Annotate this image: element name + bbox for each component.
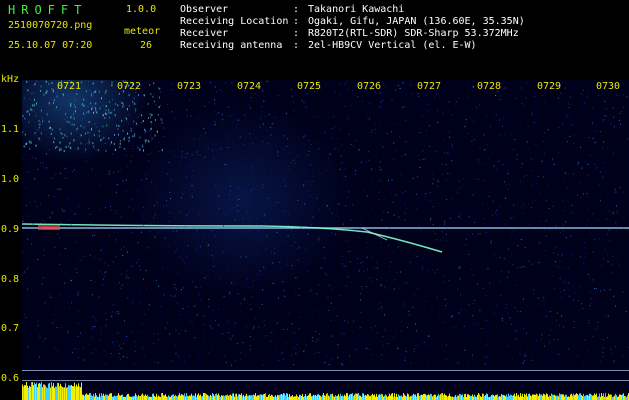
noise-speckle: [22, 80, 629, 366]
meteor-echo-trace: [361, 227, 388, 241]
x-tick-label: 0725: [297, 81, 322, 92]
meteor-head-echo: [38, 225, 60, 230]
x-tick-label: 0728: [477, 81, 502, 92]
x-tick-label: 0729: [537, 81, 562, 92]
frequency-unit-label: kHz: [1, 74, 20, 85]
x-tick-label: 0730: [596, 81, 621, 92]
x-tick-label: 0721: [57, 81, 82, 92]
info-label-location: Receiving Location: [180, 16, 289, 27]
capture-datetime: 25.10.07 07:20: [8, 40, 93, 51]
info-colon: :: [293, 16, 300, 27]
info-value-receiver: R820T2(RTL-SDR) SDR-Sharp 53.372MHz: [308, 28, 519, 39]
info-colon: :: [293, 28, 300, 39]
info-colon: :: [293, 4, 300, 15]
app-title: HROFFT: [8, 3, 88, 17]
amplitude-strip: [22, 382, 629, 400]
info-value-antenna: 2el-HB9CV Vertical (el. E-W): [308, 40, 477, 51]
app-version: 1.0.0: [126, 4, 157, 15]
x-tick-label: 0726: [357, 81, 382, 92]
amplitude-guide-lower: [22, 380, 629, 381]
file-name: 2510070720.png: [8, 20, 93, 31]
y-tick-label: 0.7: [1, 323, 20, 334]
amplitude-guide-upper: [22, 370, 629, 371]
x-tick-label: 0727: [417, 81, 442, 92]
y-tick-label: 0.6: [1, 373, 20, 384]
info-value-location: Ogaki, Gifu, JAPAN (136.60E, 35.35N): [308, 16, 525, 27]
x-tick-label: 0723: [177, 81, 202, 92]
x-tick-label: 0724: [237, 81, 262, 92]
info-colon: :: [293, 40, 300, 51]
x-tick-label: 0722: [117, 81, 142, 92]
y-tick-label: 1.0: [1, 174, 20, 185]
spectrogram-traces: [22, 80, 629, 400]
meteor-label: meteor: [124, 26, 161, 37]
meteor-count: 26: [140, 40, 153, 51]
info-value-observer: Takanori Kawachi: [308, 4, 405, 15]
y-tick-label: 0.8: [1, 274, 20, 285]
info-label-observer: Observer: [180, 4, 229, 15]
info-label-antenna: Receiving antenna: [180, 40, 283, 51]
info-label-receiver: Receiver: [180, 28, 229, 39]
y-tick-label: 1.1: [1, 124, 20, 135]
y-tick-label: 0.9: [1, 224, 20, 235]
spectrogram-display: [22, 80, 629, 400]
